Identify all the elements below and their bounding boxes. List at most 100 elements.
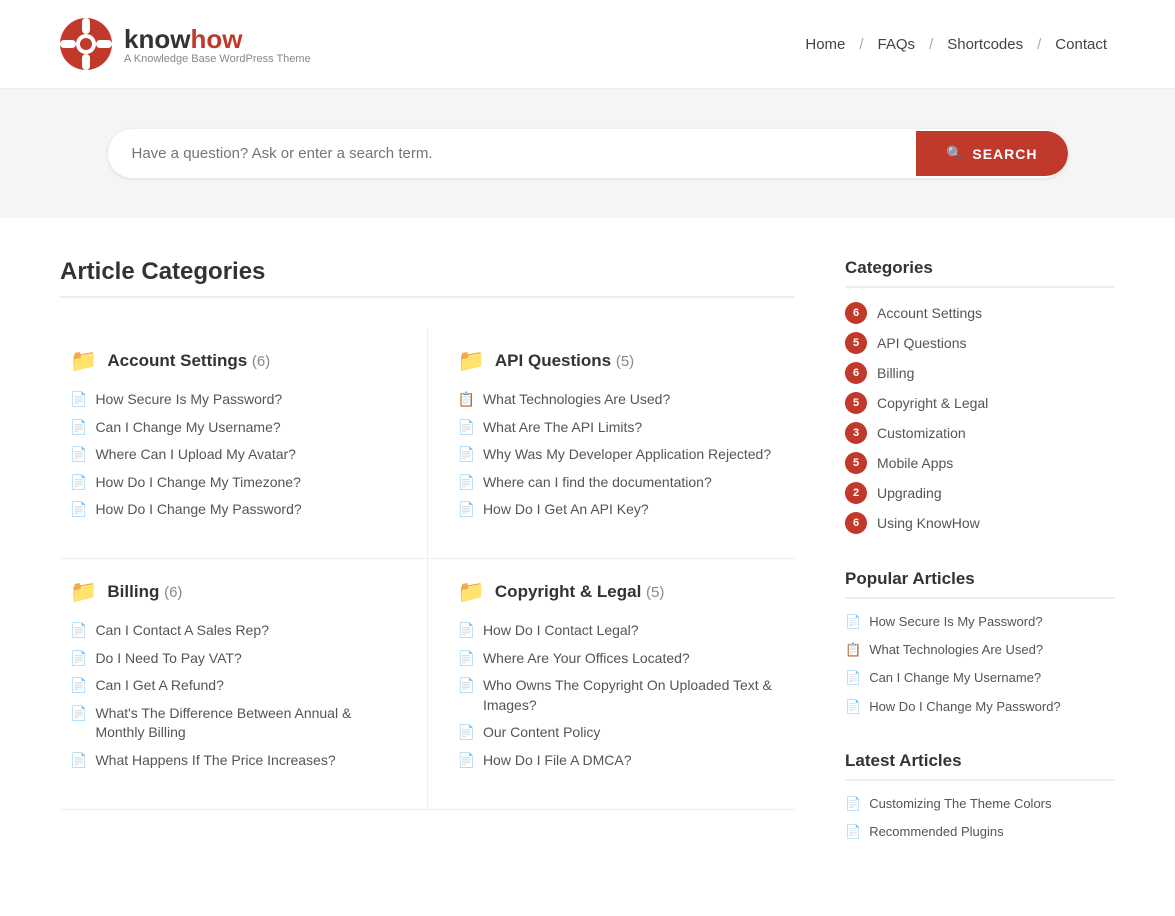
article-link[interactable]: What Happens If The Price Increases? <box>95 751 335 771</box>
article-link[interactable]: How Secure Is My Password? <box>95 390 282 410</box>
main-content: Article Categories 📁 Account Settings (6… <box>0 218 1175 916</box>
sidebar-cat-link-api[interactable]: API Questions <box>877 335 967 351</box>
doc-icon: 📄 <box>458 474 475 491</box>
article-list-billing: 📄 Can I Contact A Sales Rep? 📄 Do I Need T… <box>70 621 397 771</box>
popular-article-link[interactable]: How Do I Change My Password? <box>869 698 1060 716</box>
search-button[interactable]: 🔍 SEARCH <box>916 131 1068 176</box>
sidebar-cat-link-copyright[interactable]: Copyright & Legal <box>877 395 988 411</box>
list-item: 📄How Do I File A DMCA? <box>458 751 786 771</box>
article-link[interactable]: How Do I Change My Password? <box>95 500 301 520</box>
list-item: 📄Where Can I Upload My Avatar? <box>70 445 397 465</box>
nav-shortcodes[interactable]: Shortcodes <box>939 32 1031 57</box>
cat-header-copyright: 📁 Copyright & Legal (5) <box>458 579 786 605</box>
list-item: 📋 What Technologies Are Used? <box>458 390 786 410</box>
nav-contact[interactable]: Contact <box>1047 32 1115 57</box>
article-link[interactable]: Where can I find the documentation? <box>483 473 712 493</box>
list-item: 📄How Do I Change My Password? <box>70 500 397 520</box>
doc-icon: 📄 <box>458 501 475 518</box>
sidebar-cat-item: 3 Customization <box>845 422 1115 444</box>
doc-icon: 📄 <box>458 650 475 667</box>
article-link[interactable]: How Do I Get An API Key? <box>483 500 649 520</box>
popular-article-link[interactable]: How Secure Is My Password? <box>869 613 1042 631</box>
logo-area: knowhow A Knowledge Base WordPress Theme <box>60 18 311 70</box>
article-link[interactable]: Who Owns The Copyright On Uploaded Text … <box>483 676 785 715</box>
article-link[interactable]: Where Are Your Offices Located? <box>483 649 690 669</box>
sidebar-cat-link-mobile[interactable]: Mobile Apps <box>877 455 953 471</box>
sidebar-cat-item: 5 Mobile Apps <box>845 452 1115 474</box>
sidebar-cat-item: 5 Copyright & Legal <box>845 392 1115 414</box>
list-item: 📄Can I Change My Username? <box>70 418 397 438</box>
doc-icon: 📄 <box>458 677 475 694</box>
nav-home[interactable]: Home <box>797 32 853 57</box>
article-link[interactable]: Can I Get A Refund? <box>95 676 223 696</box>
doc-icon: 📄 <box>845 670 861 686</box>
article-link[interactable]: Where Can I Upload My Avatar? <box>95 445 296 465</box>
sidebar-latest-title: Latest Articles <box>845 751 1115 781</box>
doc-icon: 📄 <box>458 446 475 463</box>
doc-icon: 📄 <box>70 677 87 694</box>
nav-faqs[interactable]: FAQs <box>870 32 924 57</box>
article-link[interactable]: Can I Contact A Sales Rep? <box>95 621 269 641</box>
list-item: 📄 How Do I Change My Timezone? <box>70 473 397 493</box>
article-link[interactable]: Why Was My Developer Application Rejecte… <box>483 445 771 465</box>
doc-icon: 📄 <box>70 622 87 639</box>
folder-icon-api: 📁 <box>458 348 485 374</box>
search-icon: 🔍 <box>946 145 964 162</box>
search-bar: 🔍 SEARCH <box>108 129 1068 178</box>
doc-icon: 📄 <box>845 796 861 812</box>
folder-icon-account: 📁 <box>70 348 97 374</box>
nav-sep-3: / <box>1037 36 1041 53</box>
list-item: 📄 Why Was My Developer Application Reject… <box>458 445 786 465</box>
doc-icon: 📄 <box>458 622 475 639</box>
content-area: Article Categories 📁 Account Settings (6… <box>60 258 845 876</box>
doc-icon: 📄 <box>70 752 87 769</box>
sidebar-latest-item: 📄 Customizing The Theme Colors <box>845 795 1115 813</box>
cat-badge: 5 <box>845 332 867 354</box>
sidebar-popular-item: 📄 Can I Change My Username? <box>845 669 1115 687</box>
sidebar-latest-item: 📄 Recommended Plugins <box>845 823 1115 841</box>
doc-icon: 📄 <box>845 614 861 630</box>
cat-header-api: 📁 API Questions (5) <box>458 348 786 374</box>
sidebar-cat-item: 6 Billing <box>845 362 1115 384</box>
sidebar-cat-link-knowhow[interactable]: Using KnowHow <box>877 515 980 531</box>
search-input[interactable] <box>108 129 916 178</box>
list-item: 📄 Can I Contact A Sales Rep? <box>70 621 397 641</box>
article-link[interactable]: How Do I Change My Timezone? <box>95 473 300 493</box>
article-link[interactable]: What Are The API Limits? <box>483 418 642 438</box>
article-link[interactable]: Can I Change My Username? <box>95 418 280 438</box>
sidebar-cat-link-billing[interactable]: Billing <box>877 365 914 381</box>
list-item: 📄 Who Owns The Copyright On Uploaded Text… <box>458 676 786 715</box>
popular-article-link[interactable]: Can I Change My Username? <box>869 669 1041 687</box>
cat-title-billing: Billing (6) <box>107 582 182 602</box>
article-link[interactable]: Our Content Policy <box>483 723 601 743</box>
article-list-copyright: 📄 How Do I Contact Legal? 📄 Where Are Your… <box>458 621 786 771</box>
latest-article-link[interactable]: Recommended Plugins <box>869 823 1003 841</box>
cat-badge: 6 <box>845 362 867 384</box>
sidebar-popular-title: Popular Articles <box>845 569 1115 599</box>
cat-title-copyright: Copyright & Legal (5) <box>495 582 664 602</box>
popular-article-link[interactable]: What Technologies Are Used? <box>869 641 1043 659</box>
cat-badge: 6 <box>845 302 867 324</box>
article-link[interactable]: How Do I Contact Legal? <box>483 621 639 641</box>
sidebar-latest-list: 📄 Customizing The Theme Colors 📄 Recomme… <box>845 795 1115 841</box>
doc-icon: 📄 <box>458 419 475 436</box>
latest-article-link[interactable]: Customizing The Theme Colors <box>869 795 1051 813</box>
article-link[interactable]: What's The Difference Between Annual & M… <box>95 704 396 743</box>
main-nav: Home / FAQs / Shortcodes / Contact <box>797 32 1115 57</box>
article-link[interactable]: Do I Need To Pay VAT? <box>95 649 241 669</box>
sidebar-cat-link-account[interactable]: Account Settings <box>877 305 982 321</box>
cat-title-api: API Questions (5) <box>495 351 634 371</box>
doc-icon: 📋 <box>458 391 475 408</box>
logo-icon <box>60 18 112 70</box>
cat-badge: 5 <box>845 392 867 414</box>
nav-sep-1: / <box>859 36 863 53</box>
doc-icon: 📄 <box>845 699 861 715</box>
sidebar-cat-link-upgrading[interactable]: Upgrading <box>877 485 942 501</box>
article-link[interactable]: What Technologies Are Used? <box>483 390 670 410</box>
doc-icon: 📄 <box>70 474 87 491</box>
article-link[interactable]: How Do I File A DMCA? <box>483 751 632 771</box>
sidebar-cat-item: 5 API Questions <box>845 332 1115 354</box>
doc-icon: 📄 <box>70 650 87 667</box>
sidebar-cat-link-customization[interactable]: Customization <box>877 425 966 441</box>
cat-header-account: 📁 Account Settings (6) <box>70 348 397 374</box>
